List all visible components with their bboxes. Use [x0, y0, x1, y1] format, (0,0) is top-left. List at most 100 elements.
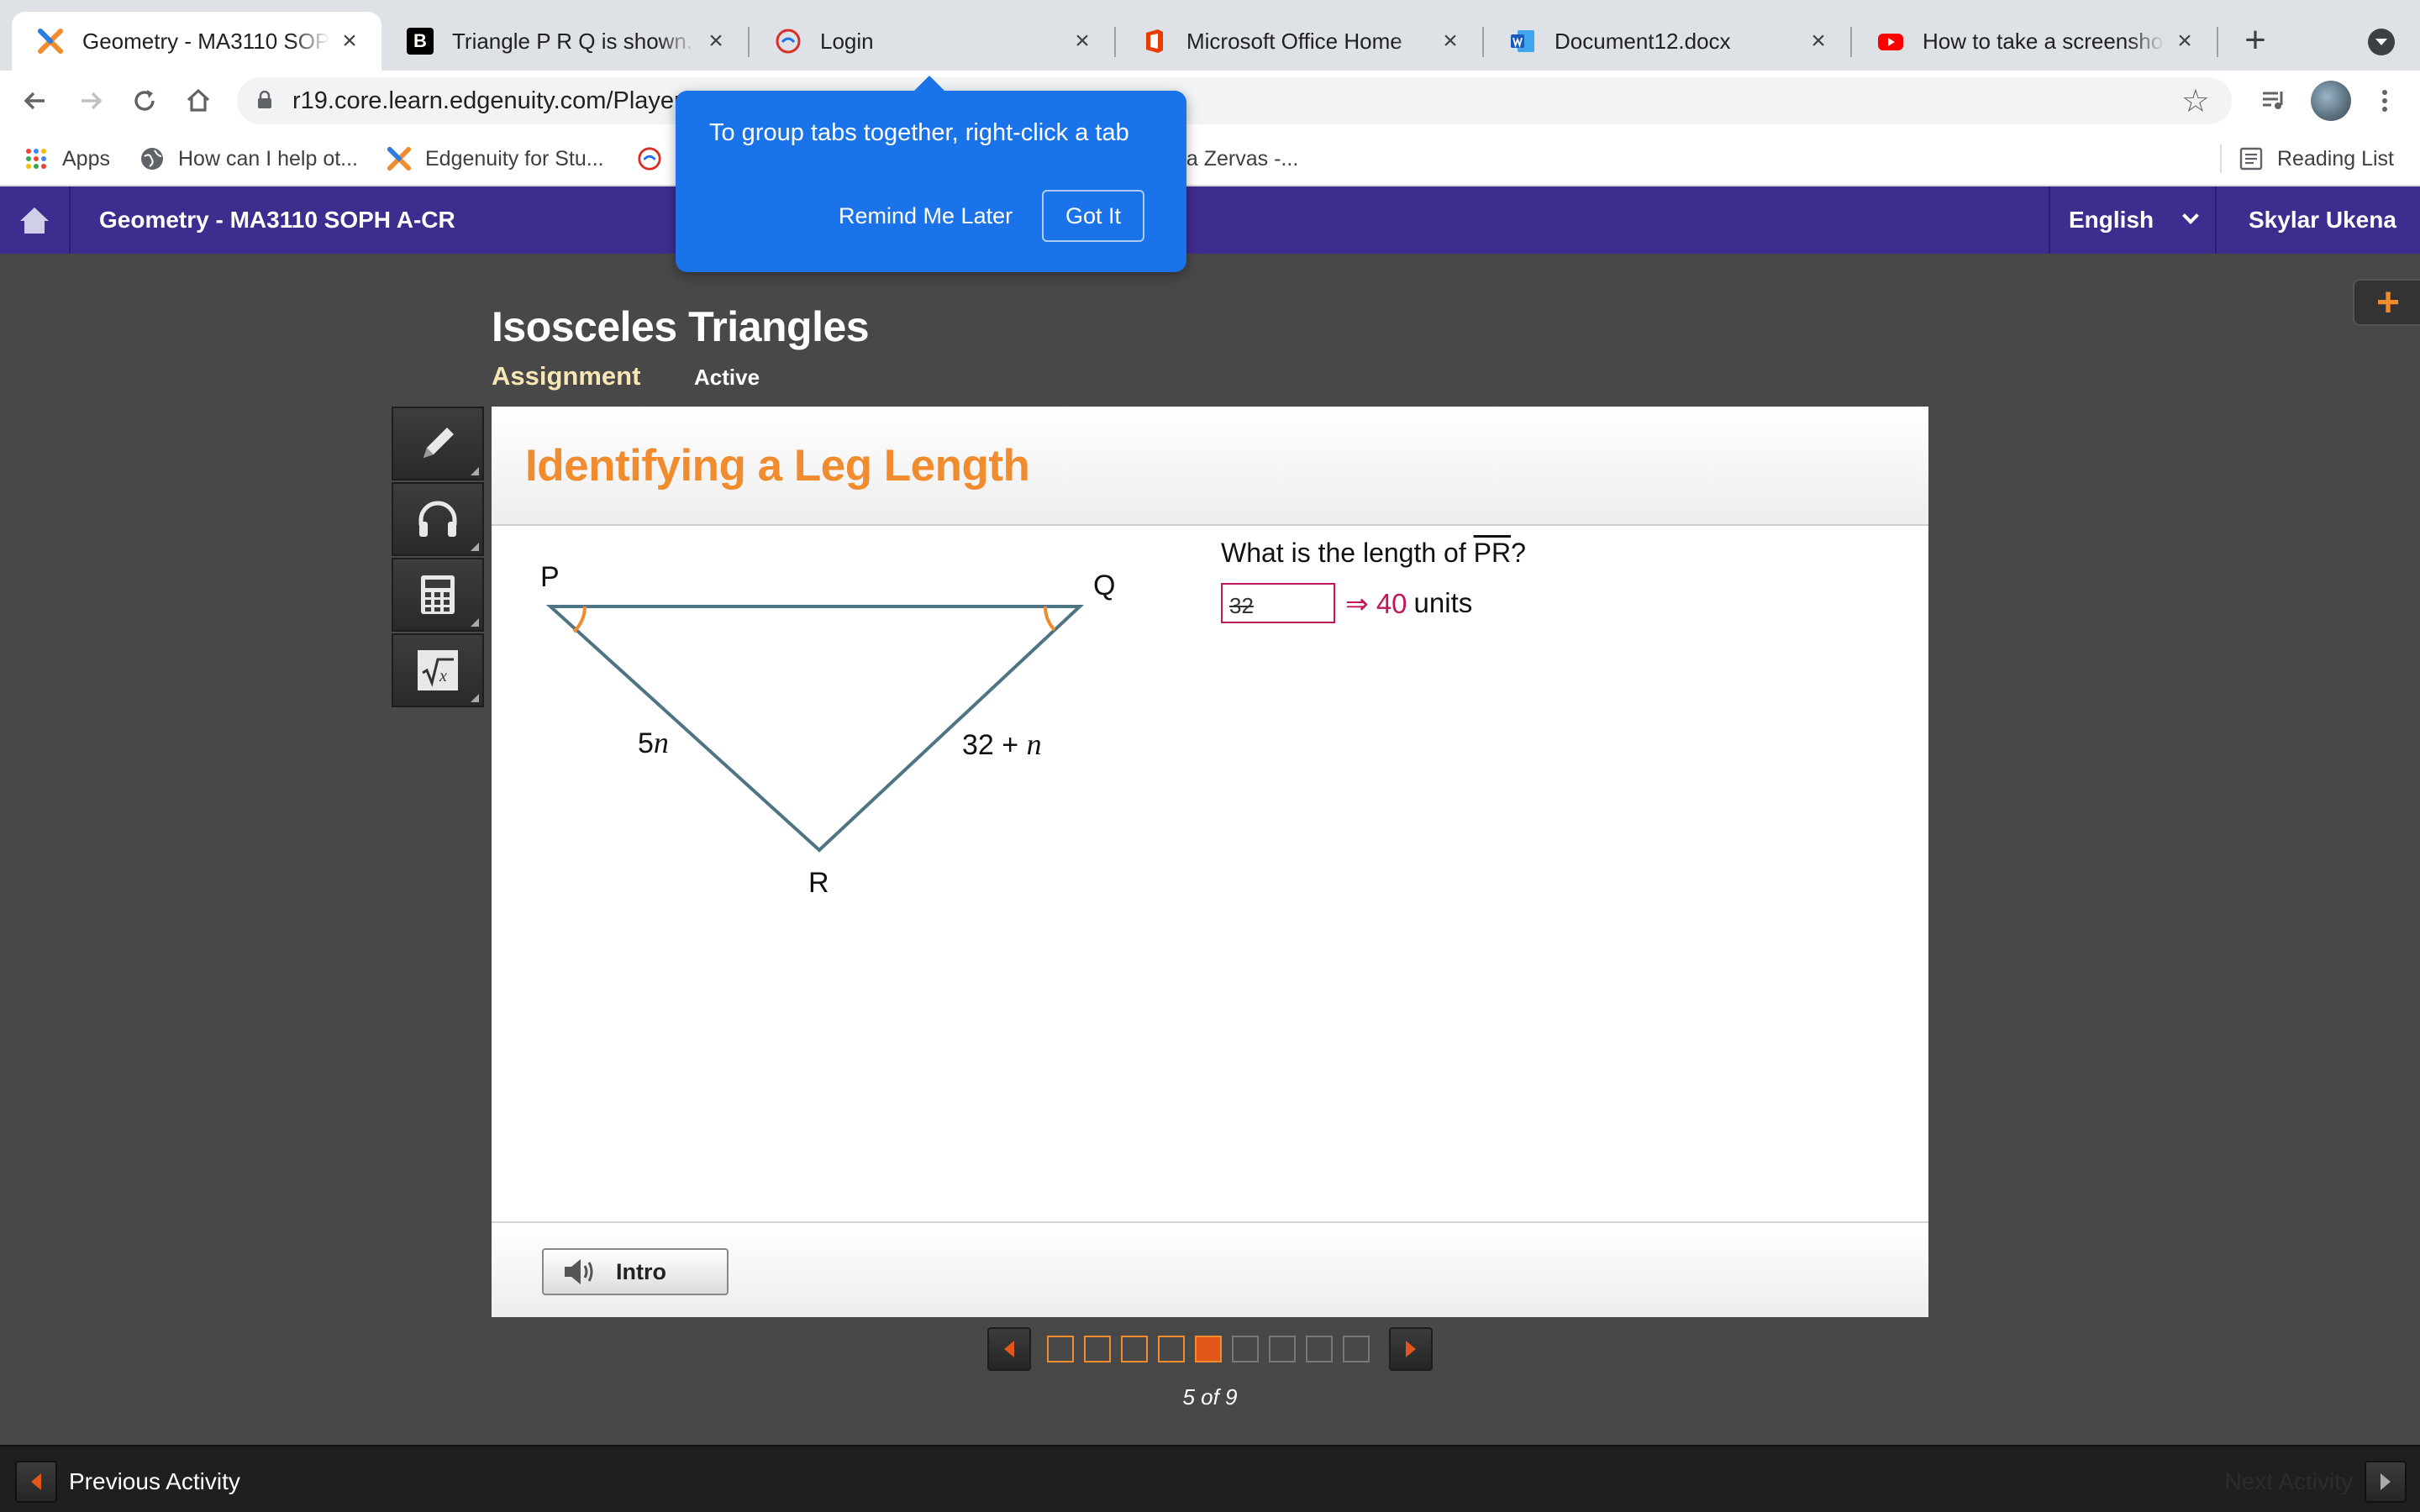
pencil-icon: [424, 428, 454, 458]
vertex-label-q: Q: [1093, 570, 1115, 601]
next-activity-button[interactable]: Next Activity: [2224, 1461, 2407, 1503]
browser-tab-office[interactable]: Microsoft Office Home ×: [1116, 12, 1482, 71]
remind-me-later-button[interactable]: Remind Me Later: [818, 190, 1033, 242]
assignment-label: Assignment: [492, 361, 641, 391]
bookmark-help[interactable]: How can I help ot...: [139, 144, 358, 173]
browser-toolbar: r19.core.learn.edgenuity.com/Player/ ☆: [0, 71, 2420, 131]
page-indicator-box[interactable]: [1047, 1336, 1074, 1362]
question-suffix: ?: [1511, 538, 1526, 568]
next-activity-label: Next Activity: [2224, 1468, 2353, 1494]
angle-mark-q: [1043, 606, 1056, 632]
triangle-prq: [545, 605, 1085, 853]
home-icon: [20, 207, 49, 234]
previous-activity-button[interactable]: Previous Activity: [15, 1461, 240, 1503]
course-home-button[interactable]: [0, 186, 71, 254]
close-tab-icon[interactable]: ×: [704, 27, 728, 55]
side-qr-variable: n: [1027, 727, 1042, 761]
got-it-button[interactable]: Got It: [1042, 190, 1145, 242]
question-text: What is the length of PR?: [1221, 538, 1526, 569]
home-icon[interactable]: [178, 81, 218, 121]
url-text: r19.core.learn.edgenuity.com/Player/: [292, 87, 689, 114]
page-indicator-box[interactable]: [1232, 1336, 1259, 1362]
language-label: English: [2069, 207, 2154, 233]
segment-label: PR: [1473, 538, 1512, 568]
login-icon: [637, 146, 662, 171]
forward-icon[interactable]: [71, 81, 111, 121]
page-indicator-box[interactable]: [1084, 1336, 1111, 1362]
expand-panel-button[interactable]: +: [2353, 279, 2420, 326]
page-indicator-box[interactable]: [1121, 1336, 1148, 1362]
correct-answer: ⇒ 40: [1345, 587, 1407, 619]
close-tab-icon[interactable]: ×: [2173, 27, 2196, 55]
close-tab-icon[interactable]: ×: [1071, 27, 1094, 55]
language-select[interactable]: English: [2049, 186, 2213, 254]
side-label-qr: 32 + n: [962, 727, 1042, 761]
new-tab-button[interactable]: +: [2235, 20, 2275, 60]
media-controls-icon[interactable]: [2254, 81, 2294, 121]
close-tab-icon[interactable]: ×: [1807, 27, 1830, 55]
page-status: 5 of 9: [1182, 1384, 1238, 1410]
lock-icon: [258, 91, 271, 108]
side-qr-constant: 32 +: [962, 729, 1027, 761]
page-indicator-box[interactable]: [1343, 1336, 1370, 1362]
reload-icon[interactable]: [124, 81, 165, 121]
globe-icon: [139, 146, 165, 171]
bookmark-label: How can I help ot...: [178, 146, 359, 171]
next-page-button[interactable]: [1389, 1327, 1433, 1371]
bookmark-star-icon[interactable]: ☆: [2181, 82, 2210, 120]
browser-tab-youtube[interactable]: How to take a screenshot on ×: [1852, 12, 2217, 71]
address-bar[interactable]: r19.core.learn.edgenuity.com/Player/ ☆: [237, 77, 2232, 124]
bookmarks-bar: Apps How can I help ot... Edgenuity for …: [0, 131, 2420, 186]
tools-sidebar: x: [392, 407, 484, 707]
browser-tab-geometry[interactable]: Geometry - MA3110 SOPH A-CR ×: [12, 12, 381, 71]
bookmark-label: Apps: [62, 146, 110, 171]
pencil-tool-button[interactable]: [392, 407, 484, 480]
bookmark-edgenuity[interactable]: Edgenuity for Stu...: [387, 144, 604, 173]
arrow-left-icon: [1004, 1341, 1014, 1357]
side-pr-variable: n: [654, 726, 669, 759]
edgenuity-icon: [37, 28, 64, 55]
intro-label: Intro: [616, 1258, 666, 1284]
tab-group-tooltip: To group tabs together, right-click a ta…: [676, 76, 1186, 272]
profile-avatar[interactable]: [2311, 81, 2351, 121]
activity-panel: Identifying a Leg Length P Q R 5n 32 + n…: [492, 407, 1928, 1317]
bookmark-login[interactable]: [637, 144, 676, 173]
formula-tool-button[interactable]: x: [392, 633, 484, 707]
speaker-icon: [565, 1259, 593, 1284]
page-indicator-box[interactable]: [1158, 1336, 1185, 1362]
close-tab-icon[interactable]: ×: [338, 27, 361, 55]
previous-page-button[interactable]: [987, 1327, 1031, 1371]
page-indicator-box[interactable]: [1195, 1336, 1222, 1362]
back-icon[interactable]: [15, 81, 55, 121]
word-icon: [1509, 28, 1536, 55]
bookmark-zervas[interactable]: na Zervas -...: [1175, 144, 1298, 173]
answer-input[interactable]: 32: [1221, 583, 1335, 623]
browser-tab-login[interactable]: Login ×: [750, 12, 1114, 71]
apps-grid-icon: [24, 146, 49, 171]
bookmark-apps[interactable]: Apps: [24, 144, 110, 173]
course-title: Geometry - MA3110 SOPH A-CR: [99, 207, 455, 233]
tab-search-icon[interactable]: [2368, 29, 2395, 55]
audio-tool-button[interactable]: [392, 482, 484, 556]
browser-menu-icon[interactable]: [2365, 81, 2405, 121]
brainly-icon: B: [407, 28, 434, 55]
calculator-icon: [421, 575, 455, 614]
reading-list-button[interactable]: Reading List: [2238, 144, 2394, 173]
triangle-figure: P Q R 5n 32 + n: [540, 561, 1115, 899]
tab-title: Login: [820, 28, 874, 54]
page-indicator-box[interactable]: [1306, 1336, 1333, 1362]
tab-title: Geometry - MA3110 SOPH A-CR: [82, 28, 329, 54]
activity-footer: Intro: [492, 1221, 1928, 1317]
tab-title: How to take a screenshot on: [1923, 28, 2165, 54]
page-indicator-box[interactable]: [1269, 1336, 1296, 1362]
browser-tab-document[interactable]: Document12.docx ×: [1484, 12, 1850, 71]
login-icon: [775, 28, 802, 55]
browser-tab-brainly[interactable]: B Triangle P R Q is shown. The ×: [381, 12, 748, 71]
reading-list-label: Reading List: [2277, 146, 2394, 171]
calculator-tool-button[interactable]: [392, 558, 484, 632]
intro-button[interactable]: Intro: [542, 1248, 729, 1295]
bookmark-label: na Zervas -...: [1175, 146, 1299, 171]
svg-text:x: x: [439, 667, 447, 685]
user-name[interactable]: Skylar Ukena: [2215, 186, 2420, 254]
close-tab-icon[interactable]: ×: [1439, 27, 1462, 55]
